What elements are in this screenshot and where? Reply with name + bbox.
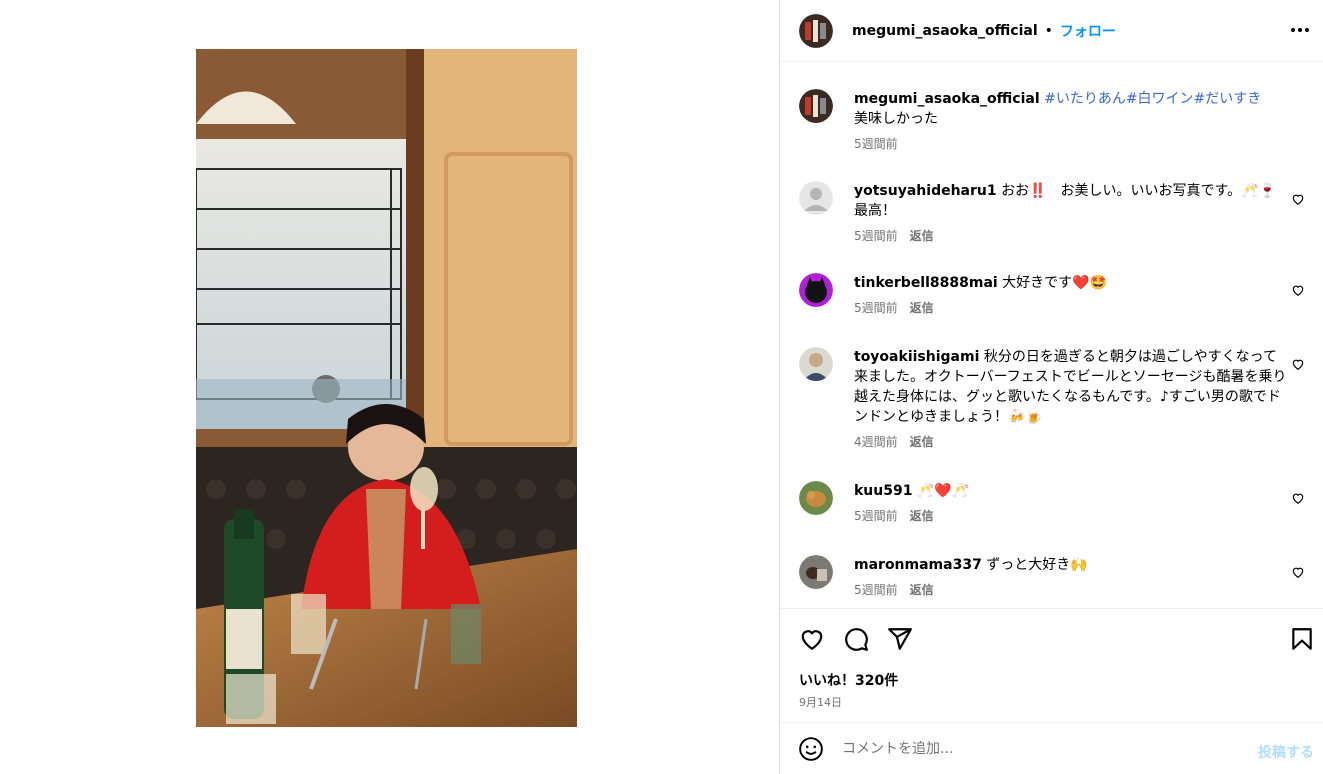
avatar[interactable] bbox=[799, 555, 833, 589]
post-photo[interactable] bbox=[196, 49, 577, 727]
post-author-username[interactable]: megumi_asaoka_official bbox=[852, 23, 1038, 39]
reply-button[interactable]: 返信 bbox=[910, 509, 934, 523]
comment-time[interactable]: 5週間前 bbox=[854, 229, 898, 243]
caption-text: 美味しかった bbox=[854, 111, 938, 127]
comment-username[interactable]: maronmama337 bbox=[854, 557, 982, 573]
comment-body: maronmama337 ずっと大好き🙌 5週間前 返信 bbox=[854, 555, 1288, 597]
caption-username[interactable]: megumi_asaoka_official bbox=[854, 91, 1040, 107]
reply-button[interactable]: 返信 bbox=[910, 229, 934, 243]
comment-icon[interactable] bbox=[843, 626, 869, 652]
emoji-icon[interactable] bbox=[798, 736, 824, 762]
comment-username[interactable]: yotsuyahideharu1 bbox=[854, 183, 997, 199]
separator-dot: • bbox=[1044, 22, 1053, 39]
post-comment-button[interactable]: 投稿する bbox=[1258, 742, 1314, 762]
reply-button[interactable]: 返信 bbox=[910, 435, 934, 449]
comment-time[interactable]: 5週間前 bbox=[854, 301, 898, 315]
comment-text: 大好きです❤️🤩 bbox=[1002, 275, 1108, 291]
comment-body: yotsuyahideharu1 おお‼️ お美しい。いいお写真です。🥂🍷最高！… bbox=[854, 181, 1288, 243]
post-header: megumi_asaoka_official • フォロー bbox=[780, 0, 1323, 62]
avatar[interactable] bbox=[799, 181, 833, 215]
post-side-panel: megumi_asaoka_official • フォロー megumi_asa… bbox=[779, 0, 1323, 774]
like-count[interactable]: いいね！320件 bbox=[799, 670, 898, 690]
heart-icon[interactable] bbox=[1291, 565, 1305, 579]
avatar[interactable] bbox=[799, 273, 833, 307]
comment-body: kuu591 🥂❤️🥂 5週間前 返信 bbox=[854, 481, 1288, 523]
heart-icon[interactable] bbox=[1291, 491, 1305, 505]
avatar[interactable] bbox=[799, 89, 833, 123]
comment-time[interactable]: 5週間前 bbox=[854, 583, 898, 597]
comment-text: ずっと大好き🙌 bbox=[986, 557, 1088, 573]
post-date: 9月14日 bbox=[799, 696, 842, 709]
comment-text: 🥂❤️🥂 bbox=[916, 483, 970, 499]
reply-button[interactable]: 返信 bbox=[910, 583, 934, 597]
comment-body: tinkerbell8888mai 大好きです❤️🤩 5週間前 返信 bbox=[854, 273, 1288, 315]
comment-username[interactable]: kuu591 bbox=[854, 483, 912, 499]
comment-body: toyoakiishigami 秋分の日を過ぎると朝夕は過ごしやすくなって来まし… bbox=[854, 347, 1288, 449]
heart-icon[interactable] bbox=[1291, 283, 1305, 297]
caption-hashtags[interactable]: #いたりあん#白ワイン#だいすき bbox=[1044, 91, 1261, 107]
avatar[interactable] bbox=[799, 481, 833, 515]
heart-icon[interactable] bbox=[799, 626, 825, 652]
heart-icon[interactable] bbox=[1291, 192, 1305, 206]
share-icon[interactable] bbox=[887, 626, 913, 652]
comment-list[interactable]: megumi_asaoka_official #いたりあん#白ワイン#だいすき … bbox=[780, 63, 1323, 608]
media-pane bbox=[0, 0, 779, 774]
reply-button[interactable]: 返信 bbox=[910, 301, 934, 315]
caption-time[interactable]: 5週間前 bbox=[854, 137, 1288, 151]
avatar[interactable] bbox=[799, 13, 833, 48]
comment-username[interactable]: tinkerbell8888mai bbox=[854, 275, 998, 291]
avatar[interactable] bbox=[799, 347, 833, 381]
heart-icon[interactable] bbox=[1291, 357, 1305, 371]
comment-username[interactable]: toyoakiishigami bbox=[854, 349, 979, 365]
caption-body: megumi_asaoka_official #いたりあん#白ワイン#だいすき … bbox=[854, 89, 1288, 151]
comment-time[interactable]: 5週間前 bbox=[854, 509, 898, 523]
post-actions: いいね！320件 9月14日 bbox=[780, 608, 1323, 723]
more-icon[interactable] bbox=[1288, 20, 1312, 40]
comment-input[interactable] bbox=[842, 741, 1222, 757]
comment-bar: 投稿する bbox=[780, 724, 1323, 774]
comment-time[interactable]: 4週間前 bbox=[854, 435, 898, 449]
bookmark-icon[interactable] bbox=[1289, 626, 1315, 652]
follow-button[interactable]: フォロー bbox=[1060, 21, 1116, 41]
